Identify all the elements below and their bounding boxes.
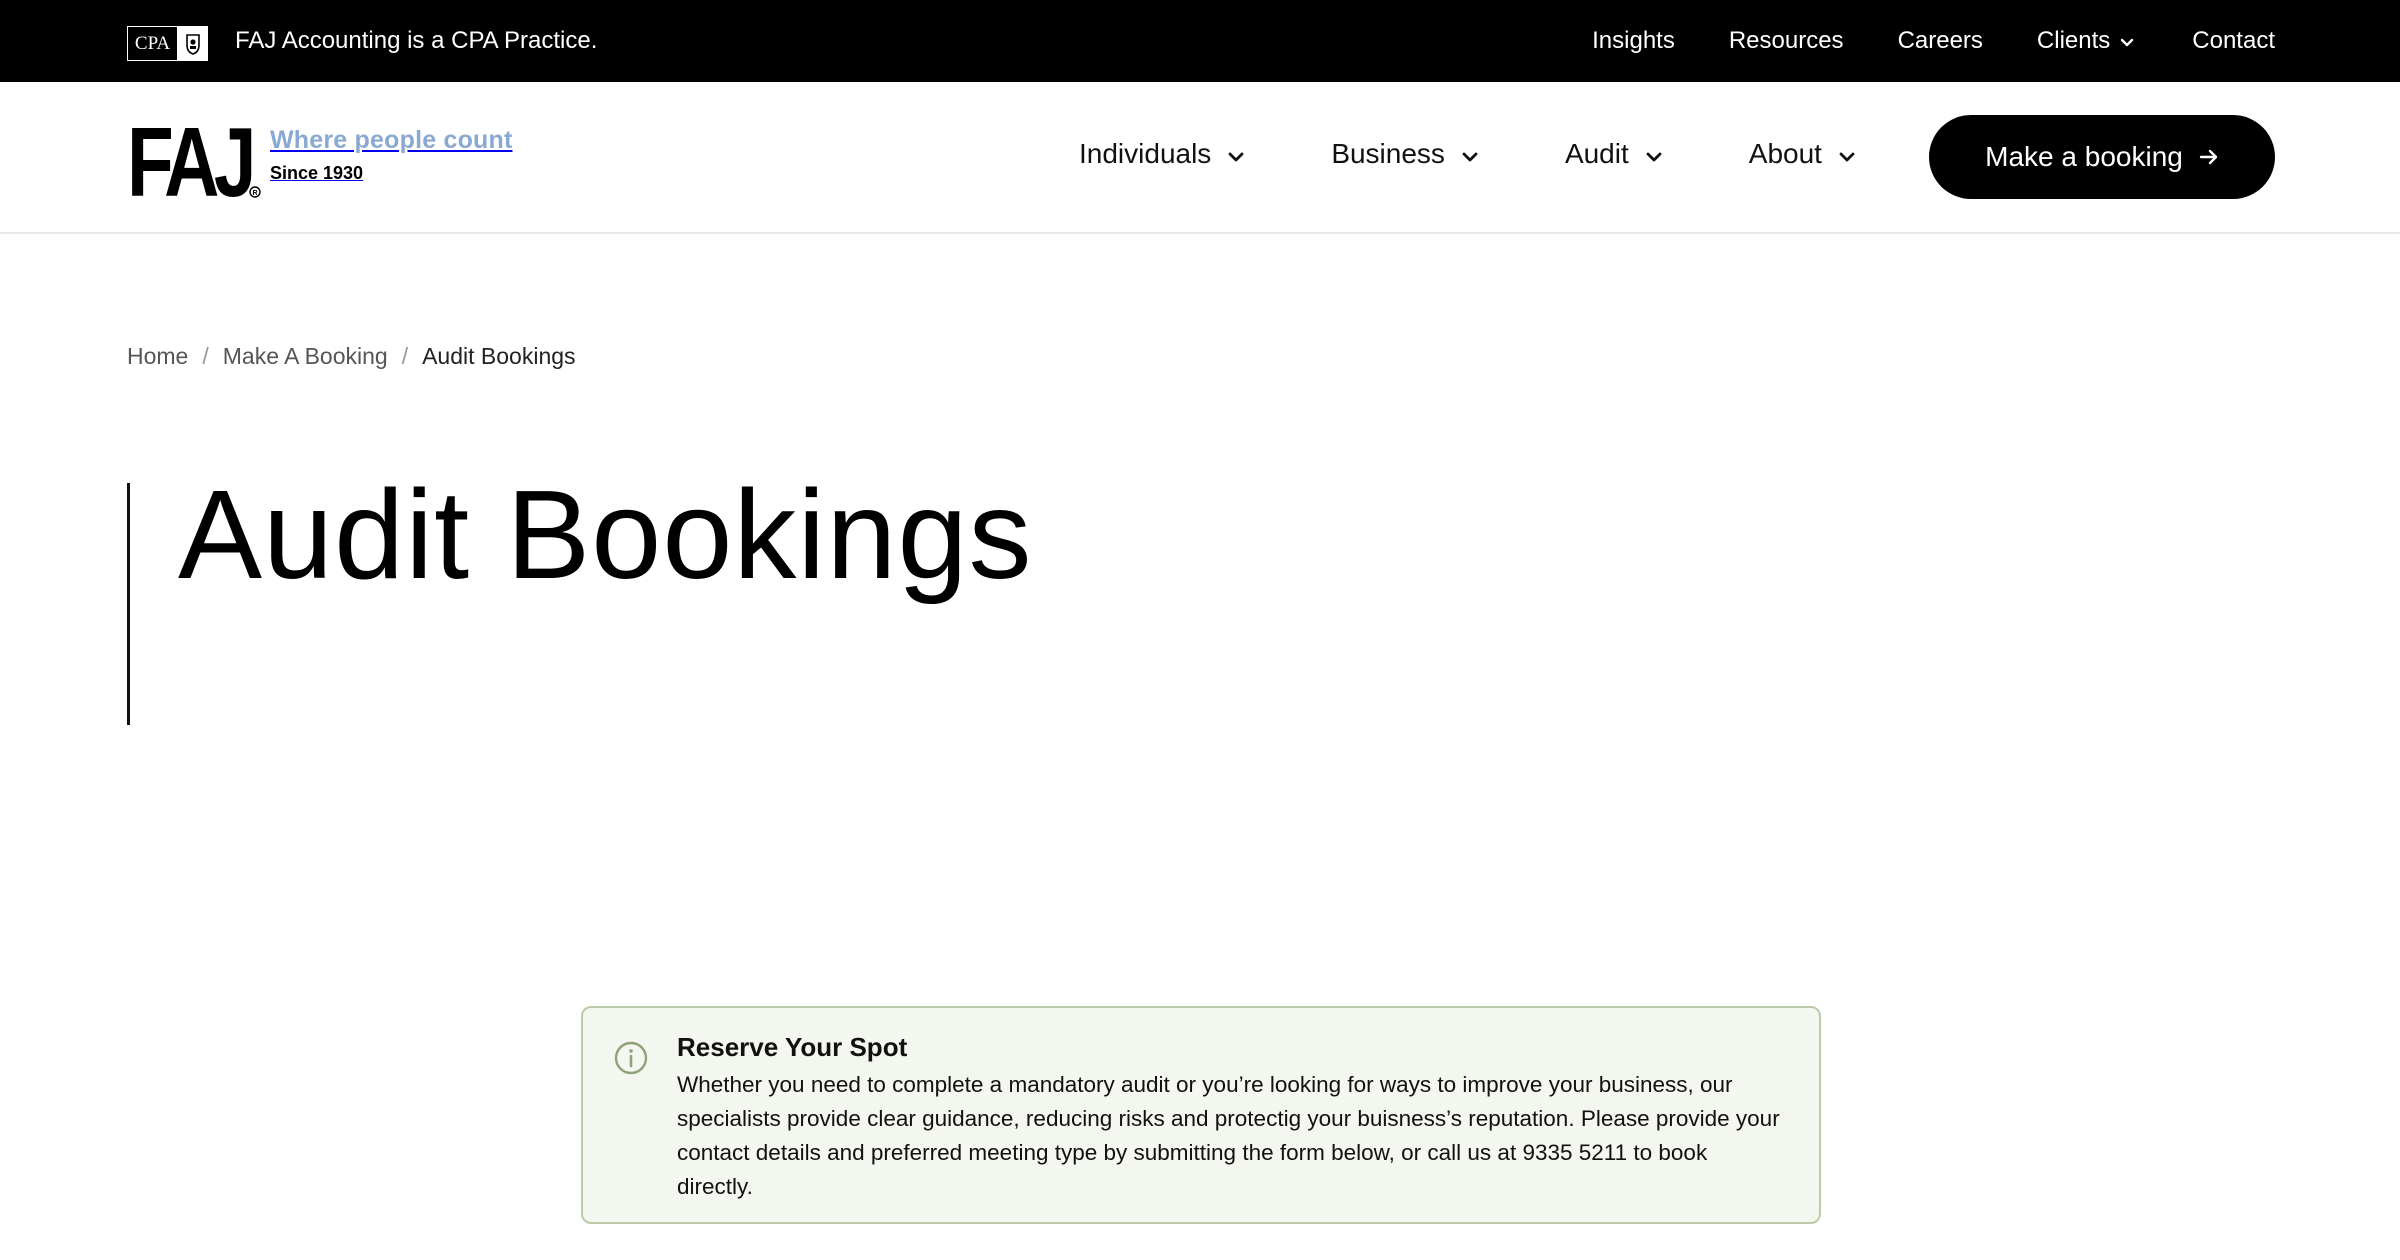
notice-title: Reserve Your Spot — [677, 1032, 908, 1062]
utility-nav-resources[interactable]: Resources — [1729, 27, 1844, 55]
utility-nav-label: Insights — [1592, 27, 1675, 54]
notice-body: Whether you need to complete a mandatory… — [677, 1072, 1780, 1199]
faj-logo-mark: FAJ R — [127, 116, 261, 198]
utility-nav-label: Resources — [1728, 27, 1844, 54]
main-nav: Individuals Business Audit About — [1079, 138, 1856, 170]
make-a-booking-label: Make a booking — [1985, 141, 2183, 172]
utility-nav: Insights Resources Careers Clients Conta… — [1592, 27, 2275, 55]
utility-nav-clients[interactable]: Clients — [2037, 27, 2134, 55]
breadcrumb-current: Audit Bookings — [422, 343, 576, 369]
breadcrumb-home[interactable]: Home — [127, 343, 188, 370]
make-a-booking-button[interactable]: Make a booking — [1929, 115, 2275, 199]
main-nav-about[interactable]: About — [1749, 138, 1856, 170]
chevron-down-icon — [2120, 27, 2134, 55]
main-nav-business[interactable]: Business — [1331, 138, 1479, 170]
breadcrumb-make-a-booking[interactable]: Make A Booking — [223, 343, 388, 370]
breadcrumb-separator: / — [202, 343, 209, 369]
svg-text:FAJ: FAJ — [127, 116, 251, 198]
crest-icon — [178, 27, 207, 60]
brand-tagline: Where people count — [270, 126, 513, 154]
utility-nav-label: Clients — [2036, 27, 2111, 54]
faj-logo[interactable]: FAJ R Where people count Since 1930 — [127, 116, 513, 198]
svg-text:R: R — [253, 190, 258, 197]
breadcrumb: Home / Make A Booking / Audit Bookings — [127, 343, 576, 370]
cpa-practice-tagline: FAJ Accounting is a CPA Practice. — [235, 27, 598, 54]
chevron-down-icon — [1227, 138, 1245, 170]
reserve-spot-notice: Reserve Your Spot Whether you need to co… — [581, 1006, 1821, 1224]
main-nav-label: About — [1748, 138, 1822, 169]
brand-since: Since 1930 — [270, 163, 364, 183]
title-accent-rule — [127, 483, 130, 725]
top-bar: CPA FAJ Accounting is a CPA Practice. In… — [0, 0, 2400, 82]
info-icon — [613, 1040, 649, 1076]
utility-nav-label: Careers — [1897, 27, 1983, 54]
main-nav-label: Audit — [1564, 138, 1629, 169]
utility-nav-contact[interactable]: Contact — [2192, 27, 2275, 55]
utility-nav-insights[interactable]: Insights — [1592, 27, 1675, 55]
utility-nav-careers[interactable]: Careers — [1898, 27, 1983, 55]
main-nav-audit[interactable]: Audit — [1565, 138, 1663, 170]
brand-tagline-group: Where people count Since 1930 — [270, 126, 513, 184]
utility-nav-label: Contact — [2192, 27, 2275, 54]
cpa-logo-text: CPA — [128, 27, 178, 60]
page-title: Audit Bookings — [178, 464, 1033, 605]
main-header: FAJ R Where people count Since 1930 Indi… — [0, 82, 2400, 234]
cpa-logo[interactable]: CPA — [127, 26, 208, 61]
chevron-down-icon — [1461, 138, 1479, 170]
main-nav-label: Business — [1331, 138, 1445, 169]
main-nav-individuals[interactable]: Individuals — [1079, 138, 1245, 170]
main-nav-label: Individuals — [1079, 138, 1212, 169]
arrow-right-icon — [2199, 148, 2219, 166]
chevron-down-icon — [1838, 138, 1856, 170]
chevron-down-icon — [1645, 138, 1663, 170]
breadcrumb-separator: / — [401, 343, 409, 369]
